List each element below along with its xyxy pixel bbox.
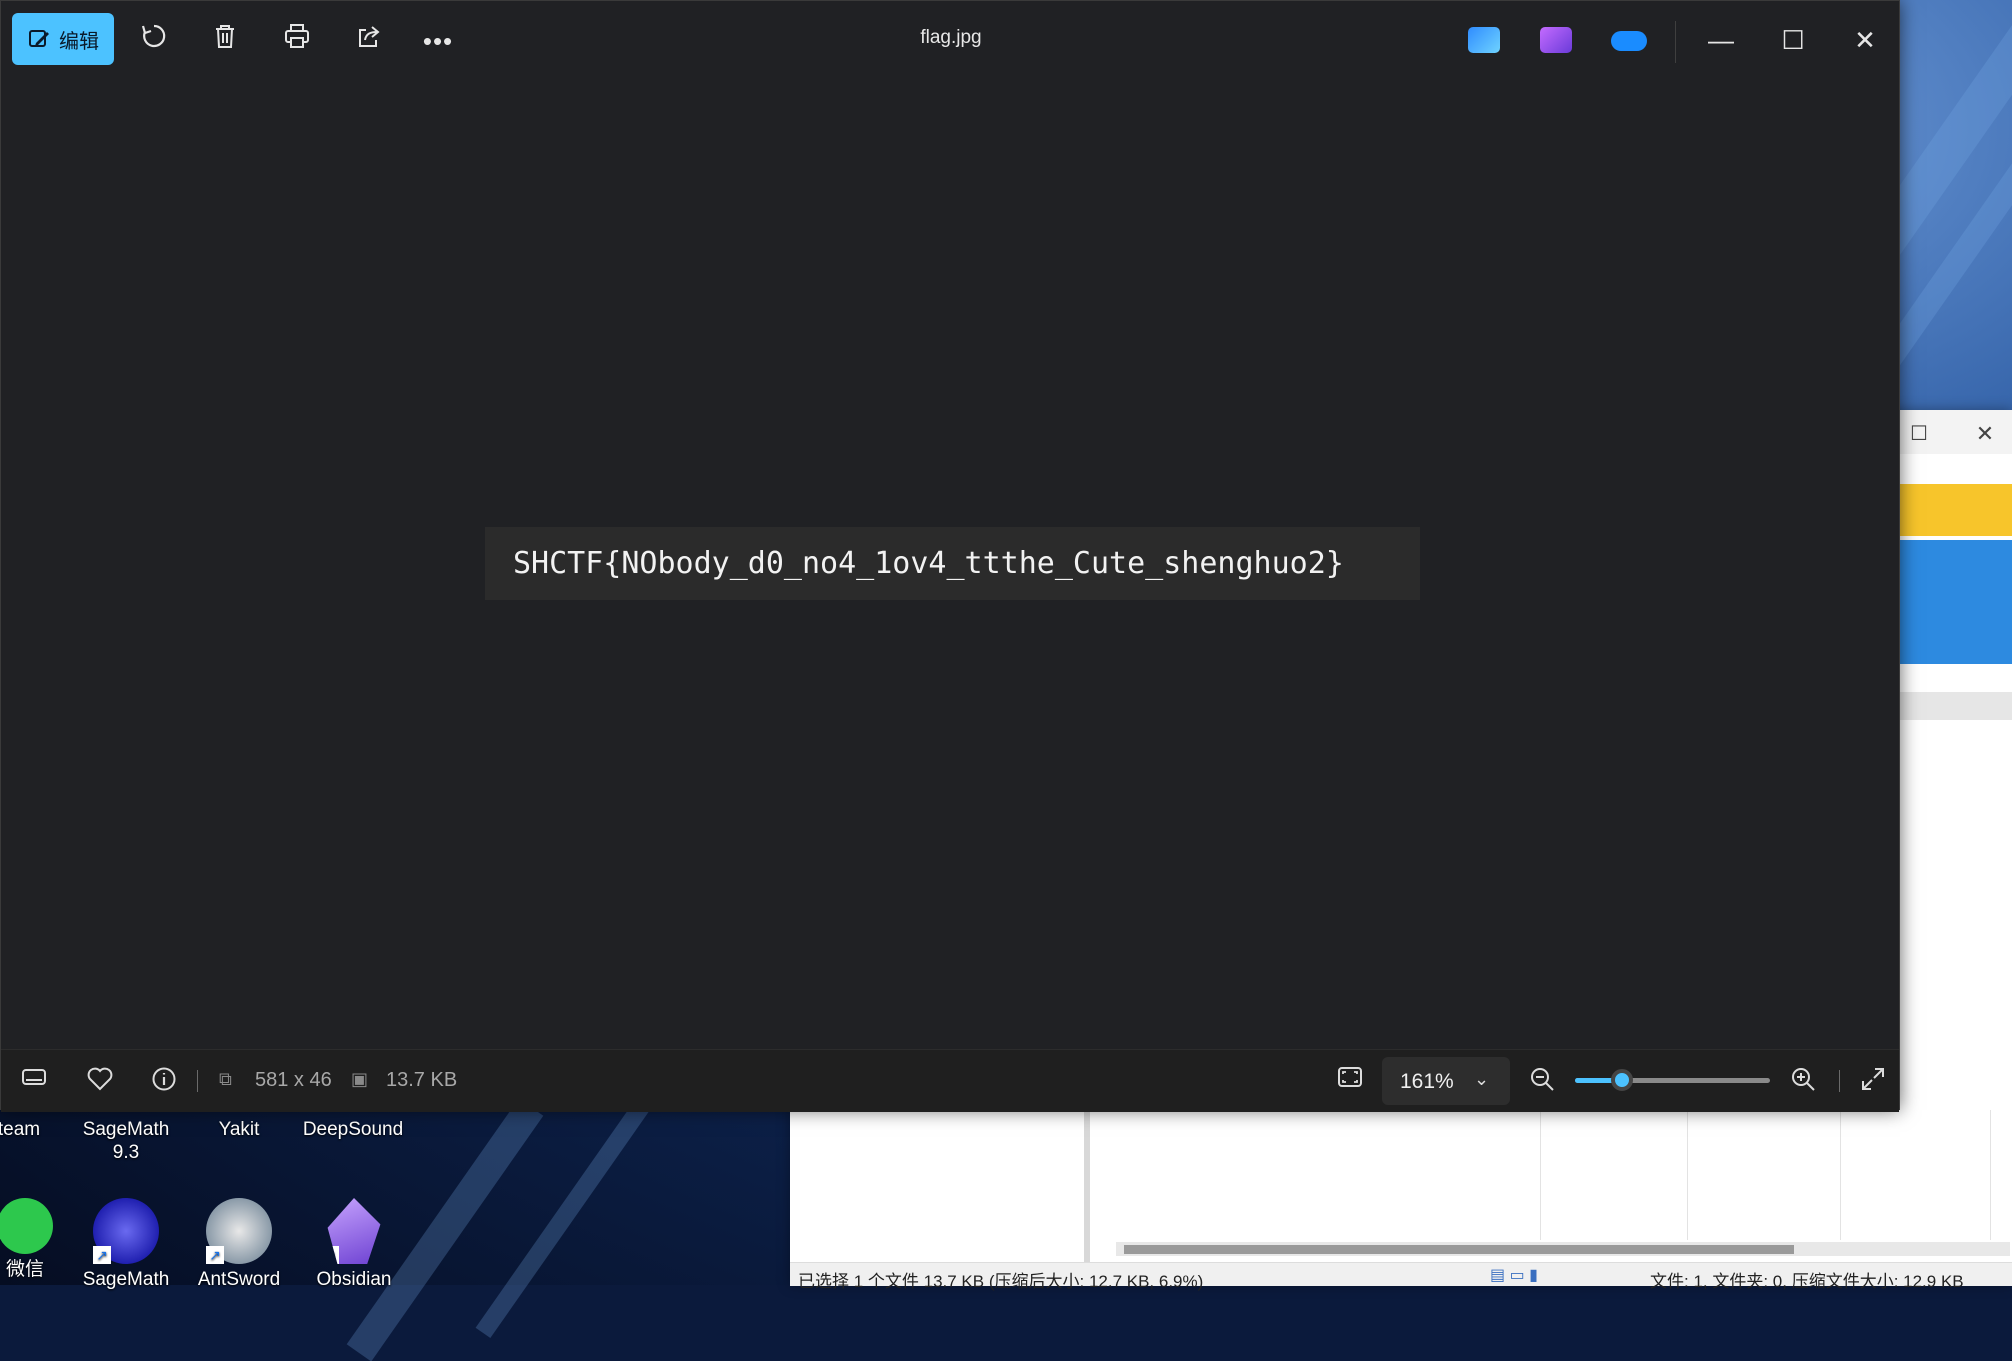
- desktop-icon-yakit[interactable]: Yakit: [184, 1118, 294, 1141]
- maximize-icon[interactable]: ☐: [1763, 19, 1823, 61]
- heart-icon[interactable]: [85, 1066, 115, 1096]
- desktop-icon-sagemath[interactable]: SageMath 9.3: [71, 1118, 181, 1164]
- desktop-icon-label: SageMath: [82, 1269, 170, 1290]
- column-divider: [1540, 1110, 1541, 1240]
- obsidian-icon: ↗: [327, 1198, 381, 1264]
- desktop-icon-sublabel: 9.3: [112, 1142, 140, 1163]
- info-icon[interactable]: [149, 1066, 179, 1096]
- minimize-icon[interactable]: —: [1691, 19, 1751, 61]
- print-icon[interactable]: [277, 21, 317, 61]
- wechat-icon: [0, 1198, 53, 1254]
- sagemath-icon: ↗: [93, 1198, 159, 1264]
- column-divider: [1687, 1110, 1688, 1240]
- shortcut-arrow-icon: ↗: [327, 1246, 339, 1264]
- column-divider: [1840, 1110, 1841, 1240]
- dimensions-icon: ⧉: [219, 1069, 232, 1089]
- desktop-icon-label: Obsidian: [316, 1269, 392, 1290]
- bottom-bar-separator: [197, 1070, 198, 1092]
- onedrive-icon[interactable]: [1611, 31, 1647, 51]
- desktop-icon-obsidian[interactable]: ↗ Obsidian: [299, 1198, 409, 1291]
- toolbar-separator: [1675, 21, 1676, 63]
- explorer-left-pane: [790, 1110, 1090, 1285]
- viewer-bottom-bar: ⧉ 581 x 46 ▣ 13.7 KB 161% ⌄: [1, 1049, 1899, 1112]
- desktop-icon-antsword[interactable]: ↗ AntSword: [184, 1198, 294, 1291]
- image-flag-text: SHCTF{NObody_d0_no4_1ov4_ttthe_Cute_shen…: [513, 546, 1344, 581]
- file-size-icon: ▣: [351, 1069, 369, 1089]
- status-selection-text: 已选择 1 个文件 13.7 KB (压缩后大小: 12.7 KB, 6.9%): [798, 1272, 1204, 1291]
- bottom-bar-separator: [1839, 1070, 1840, 1092]
- zoom-in-icon[interactable]: [1788, 1066, 1818, 1096]
- edit-image-icon: [29, 30, 49, 47]
- designer-app-icon[interactable]: [1468, 27, 1500, 53]
- view-mode-icons[interactable]: ▤ ▭ ▮: [1490, 1265, 1538, 1285]
- shortcut-arrow-icon: ↗: [93, 1246, 111, 1264]
- viewer-toolbar: 编辑 ••• flag.jpg — ☐ ✕: [1, 1, 1899, 79]
- explorer-status-bar: 已选择 1 个文件 13.7 KB (压缩后大小: 12.7 KB, 6.9%)…: [790, 1262, 2012, 1291]
- desktop-icon-wechat[interactable]: 微信: [0, 1198, 80, 1281]
- close-icon[interactable]: ✕: [1972, 422, 1998, 448]
- desktop-icon-label: SageMath: [82, 1119, 170, 1140]
- antsword-icon: ↗: [206, 1198, 272, 1264]
- chevron-down-icon: ⌄: [1474, 1069, 1490, 1089]
- filmstrip-icon[interactable]: [19, 1066, 49, 1096]
- share-icon[interactable]: [349, 21, 389, 61]
- maximize-icon[interactable]: ☐: [1906, 422, 1932, 448]
- desktop-icon-label: 微信: [5, 1259, 44, 1280]
- displayed-image: SHCTF{NObody_d0_no4_1ov4_ttthe_Cute_shen…: [485, 527, 1420, 600]
- image-file-size: 13.7 KB: [386, 1069, 458, 1091]
- desktop-icon-label: AntSword: [197, 1269, 281, 1290]
- clipchamp-app-icon[interactable]: [1540, 27, 1572, 53]
- desktop-icon-label: DeepSound: [302, 1119, 404, 1140]
- rotate-icon[interactable]: [134, 21, 174, 61]
- shortcut-arrow-icon: ↗: [206, 1246, 224, 1264]
- delete-icon[interactable]: [205, 21, 245, 61]
- zoom-dropdown[interactable]: 161% ⌄: [1382, 1057, 1510, 1105]
- horizontal-scrollbar[interactable]: [1116, 1242, 2010, 1256]
- desktop-icon-label: team: [0, 1119, 41, 1140]
- image-canvas[interactable]: SHCTF{NObody_d0_no4_1ov4_ttthe_Cute_shen…: [1, 79, 1899, 1049]
- zoom-slider[interactable]: [1575, 1069, 1770, 1091]
- window-title: flag.jpg: [920, 27, 982, 48]
- desktop-icon-deepsound[interactable]: DeepSound: [283, 1118, 423, 1141]
- image-dimensions: 581 x 46: [255, 1069, 332, 1091]
- column-divider: [1990, 1110, 1991, 1240]
- zoom-level-value: 161%: [1400, 1070, 1454, 1093]
- status-summary-text: 文件: 1, 文件夹: 0, 压缩文件大小: 12.9 KB: [1650, 1272, 1964, 1291]
- edit-button-label: 编辑: [59, 30, 99, 53]
- more-icon[interactable]: •••: [418, 21, 458, 61]
- zoom-out-icon[interactable]: [1527, 1066, 1557, 1096]
- desktop-icon-team[interactable]: team: [0, 1118, 74, 1141]
- desktop-icon-sagemath-2[interactable]: ↗ SageMath: [71, 1198, 181, 1291]
- close-icon[interactable]: ✕: [1835, 19, 1895, 61]
- edit-button[interactable]: 编辑: [12, 13, 114, 65]
- fit-to-window-icon[interactable]: [1335, 1066, 1365, 1096]
- scrollbar-thumb[interactable]: [1124, 1245, 1794, 1254]
- photos-viewer-window[interactable]: 编辑 ••• flag.jpg — ☐ ✕ SHCTF{NObody_d0_no…: [0, 0, 1900, 1112]
- zoom-slider-thumb[interactable]: [1610, 1069, 1633, 1091]
- fullscreen-icon[interactable]: [1858, 1066, 1888, 1096]
- desktop-icon-label: Yakit: [218, 1119, 260, 1140]
